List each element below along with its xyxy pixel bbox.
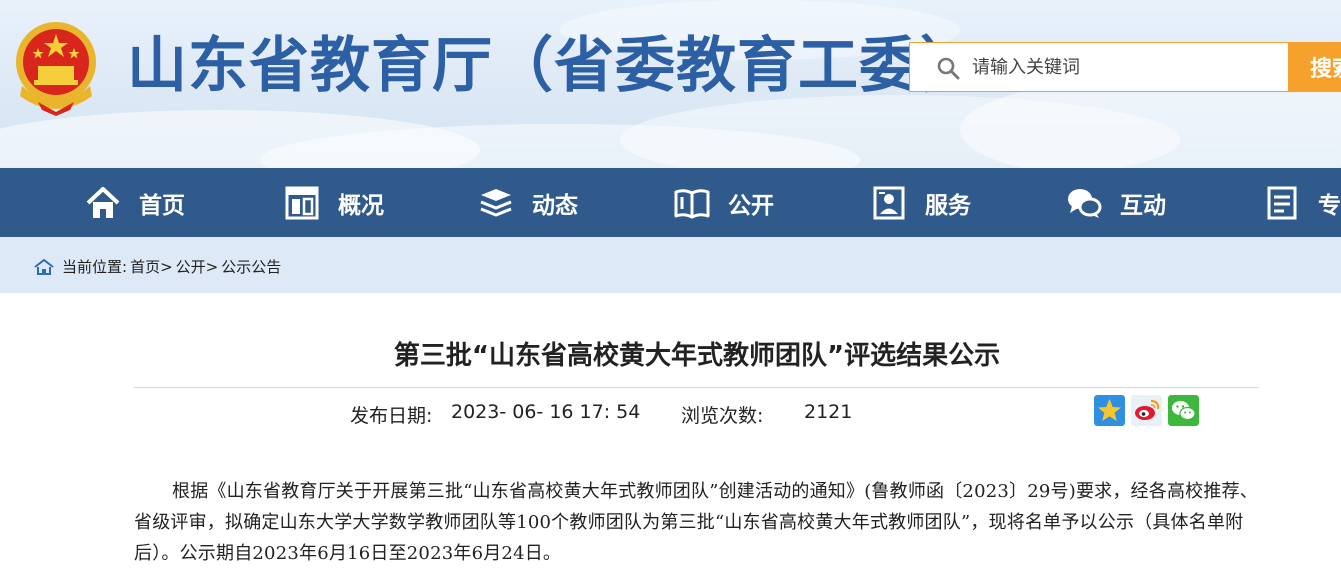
- site-title: 山东省教育厅（省委教育工委）: [127, 31, 981, 101]
- title-divider: [134, 387, 1259, 388]
- breadcrumb-bar: 当前位置: 首页> 公开> 公示公告: [0, 237, 1341, 293]
- breadcrumb: 当前位置: 首页> 公开> 公示公告: [34, 256, 284, 277]
- search-icon: [937, 57, 960, 80]
- home-icon: [86, 186, 120, 218]
- nav-label: 互动: [1120, 192, 1166, 219]
- nav-label: 服务: [925, 192, 971, 219]
- article-body: 根据《山东省教育厅关于开展第三批“山东省高校黄大年式教师团队”创建活动的通知》(…: [134, 481, 1258, 564]
- nav-item-topics[interactable]: 专题: [1264, 168, 1341, 237]
- nav-item-open[interactable]: 公开: [674, 168, 774, 237]
- service-icon: [873, 186, 905, 219]
- nav-label: 公开: [728, 192, 774, 219]
- nav-label: 首页: [139, 192, 185, 219]
- breadcrumb-link-home[interactable]: 首页>: [130, 256, 173, 277]
- nav-item-overview[interactable]: 概况: [284, 168, 384, 237]
- weibo-icon[interactable]: [1131, 395, 1162, 426]
- home-icon: [34, 258, 54, 275]
- nav-label: 专题: [1318, 192, 1341, 219]
- book-icon: [674, 188, 710, 218]
- national-emblem-icon: [16, 22, 96, 116]
- nav-label: 动态: [532, 192, 578, 219]
- breadcrumb-prefix: 当前位置:: [62, 258, 128, 276]
- news-icon: [480, 188, 512, 217]
- breadcrumb-link-open[interactable]: 公开>: [176, 256, 219, 277]
- qzone-icon[interactable]: [1094, 395, 1125, 426]
- overview-icon: [285, 186, 319, 219]
- search-button[interactable]: 搜索: [1288, 42, 1341, 92]
- breadcrumb-link-notices[interactable]: 公示公告: [221, 256, 281, 277]
- nav-item-interact[interactable]: 互动: [1066, 168, 1166, 237]
- chat-icon: [1068, 188, 1102, 218]
- main-nav: 首页 概况 动态 公开 服务 互动 专: [0, 168, 1341, 237]
- publish-date: 2023- 06- 16 17: 54: [451, 401, 641, 423]
- document-icon: [1267, 186, 1297, 219]
- wechat-icon[interactable]: [1168, 395, 1199, 426]
- search-input[interactable]: [972, 43, 1272, 91]
- views-label: 浏览次数:: [681, 405, 764, 427]
- nav-label: 概况: [338, 192, 384, 219]
- nav-item-home[interactable]: 首页: [85, 168, 185, 237]
- article-title: 第三批“山东省高校黄大年式教师团队”评选结果公示: [393, 341, 1001, 371]
- publish-label: 发布日期:: [350, 405, 433, 427]
- views-count: 2121: [804, 401, 853, 423]
- nav-item-service[interactable]: 服务: [871, 168, 971, 237]
- search-box: [909, 42, 1289, 92]
- nav-item-news[interactable]: 动态: [478, 168, 578, 237]
- site-header: 山东省教育厅（省委教育工委） 搜索: [0, 0, 1341, 168]
